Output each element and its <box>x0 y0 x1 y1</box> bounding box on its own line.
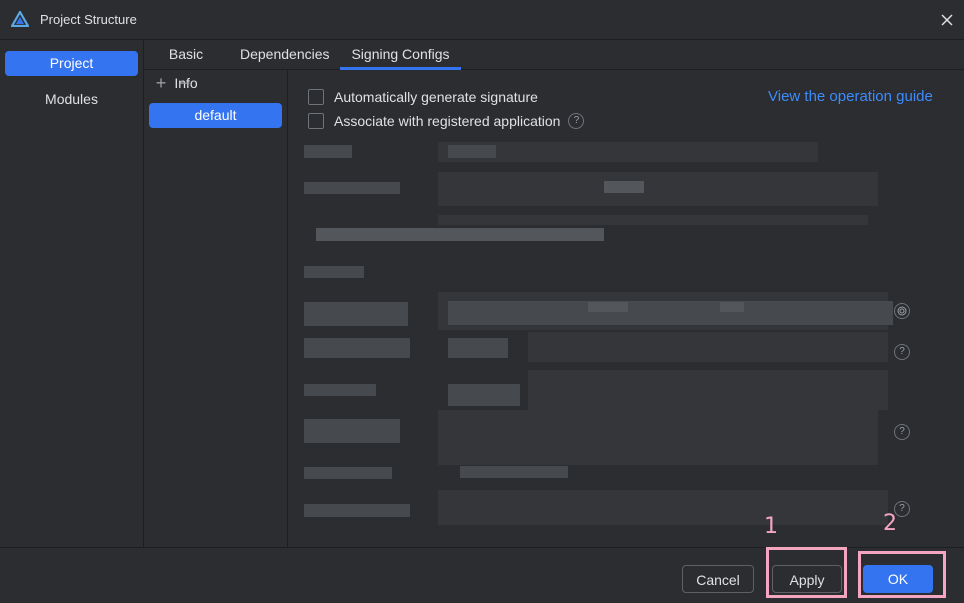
remove-config-button[interactable]: − <box>176 72 194 94</box>
tab-basic-info[interactable]: Basic Info <box>156 40 216 91</box>
title-bar: Project Structure <box>0 0 964 40</box>
auto-generate-label: Automatically generate signature <box>334 89 538 105</box>
fingerprint-icon[interactable] <box>894 303 910 319</box>
associate-row: Associate with registered application ? <box>308 111 585 131</box>
signing-config-form: Automatically generate signature Associa… <box>288 70 964 547</box>
auto-generate-row: Automatically generate signature <box>308 87 538 107</box>
tab-dependencies[interactable]: Dependencies <box>240 40 330 69</box>
annotation-number-1: 1 <box>764 514 778 539</box>
sidebar: Project Modules <box>0 40 144 547</box>
ok-button[interactable]: OK <box>863 565 933 593</box>
annotation-number-2: 2 <box>883 511 897 536</box>
cancel-button[interactable]: Cancel <box>682 565 754 593</box>
close-icon[interactable] <box>936 10 958 30</box>
configs-list-panel: + − default <box>144 70 288 547</box>
window-title: Project Structure <box>40 12 137 27</box>
sidebar-item-modules[interactable]: Modules <box>5 87 138 112</box>
tab-signing-configs[interactable]: Signing Configs <box>340 40 461 70</box>
help-icon[interactable]: ? <box>568 113 585 129</box>
app-logo-icon <box>11 11 29 27</box>
tab-bar: Basic Info Dependencies Signing Configs <box>144 40 964 91</box>
auto-generate-checkbox[interactable] <box>308 89 324 105</box>
add-config-button[interactable]: + <box>152 72 170 94</box>
project-structure-dialog: Project Structure Project Modules Basic … <box>0 0 964 603</box>
associate-checkbox[interactable] <box>308 113 324 129</box>
help-icon[interactable]: ? <box>894 424 910 440</box>
associate-label: Associate with registered application <box>334 113 561 129</box>
dialog-footer: Cancel Apply OK <box>0 547 964 603</box>
config-item-default[interactable]: default <box>149 103 282 128</box>
apply-button[interactable]: Apply <box>772 565 842 593</box>
sidebar-item-project[interactable]: Project <box>5 51 138 76</box>
operation-guide-link[interactable]: View the operation guide <box>768 88 933 105</box>
help-icon[interactable]: ? <box>894 344 910 360</box>
